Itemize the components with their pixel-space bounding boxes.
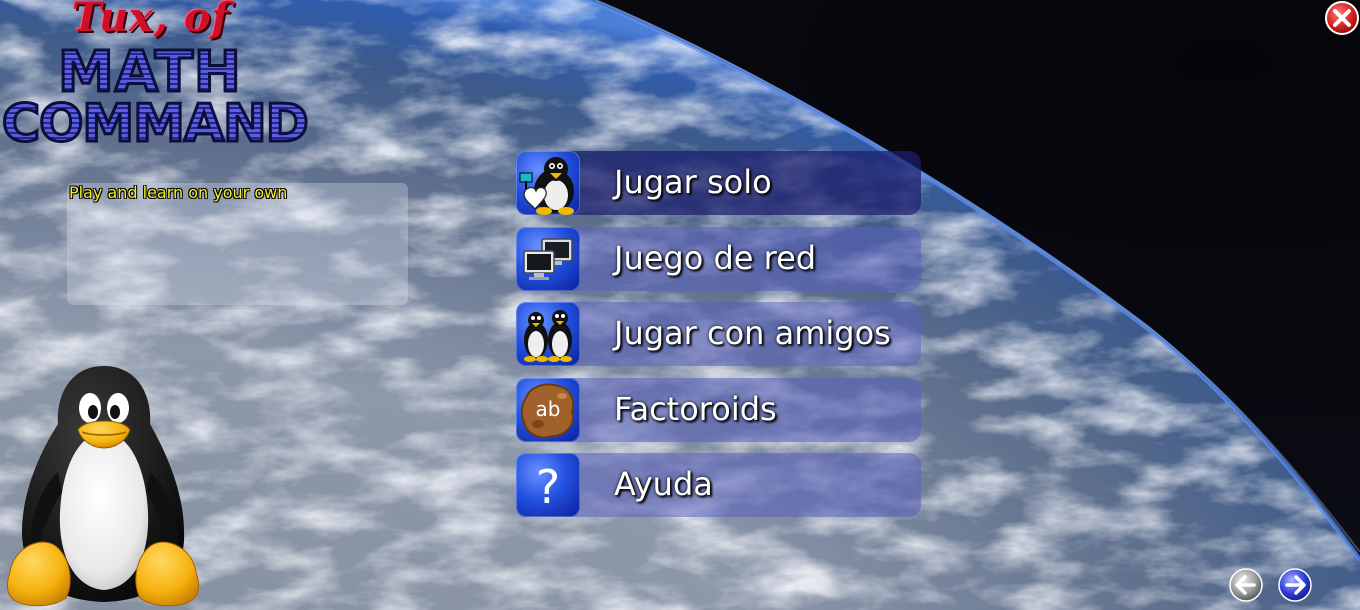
- tux-with-heart-icon: [516, 151, 580, 215]
- menu-item-factoroids[interactable]: ab Factoroids: [516, 378, 921, 442]
- svg-text:ab: ab: [536, 397, 561, 421]
- close-icon: [1325, 1, 1359, 35]
- asteroid-ab-icon: ab: [516, 378, 580, 442]
- game-screen: Tux, of MATH COMMAND Play and learn on y…: [0, 0, 1360, 610]
- description-text: Play and learn on your own: [69, 183, 288, 202]
- game-logo: Tux, of MATH COMMAND: [1, 0, 311, 156]
- logo-tux-of-text: Tux, of: [72, 0, 230, 41]
- menu-item-jugar-solo[interactable]: Jugar solo: [516, 151, 921, 215]
- menu-item-jugar-con-amigos[interactable]: Jugar con amigos: [516, 302, 921, 366]
- menu-item-label: Juego de red: [614, 239, 817, 277]
- next-button[interactable]: [1277, 567, 1313, 603]
- menu-item-juego-de-red[interactable]: Juego de red: [516, 227, 921, 291]
- tux-penguin-mascot: [6, 366, 200, 607]
- logo-command-text: COMMAND: [1, 93, 311, 156]
- network-computers-icon: [516, 227, 580, 291]
- menu-item-label: Factoroids: [614, 390, 777, 428]
- question-mark-icon: ?: [516, 453, 580, 517]
- two-penguins-icon: [516, 302, 580, 366]
- close-button[interactable]: [1324, 0, 1360, 36]
- menu-item-label: Jugar con amigos: [614, 314, 891, 352]
- previous-button[interactable]: [1228, 567, 1264, 603]
- description-panel: Play and learn on your own: [67, 183, 408, 305]
- svg-text:?: ?: [536, 460, 560, 514]
- arrow-left-icon: [1229, 568, 1263, 602]
- menu-item-ayuda[interactable]: ? Ayuda: [516, 453, 921, 517]
- arrow-right-icon: [1278, 568, 1312, 602]
- menu-item-label: Ayuda: [614, 465, 713, 503]
- menu-item-bar: [546, 453, 921, 517]
- menu-item-label: Jugar solo: [614, 163, 772, 201]
